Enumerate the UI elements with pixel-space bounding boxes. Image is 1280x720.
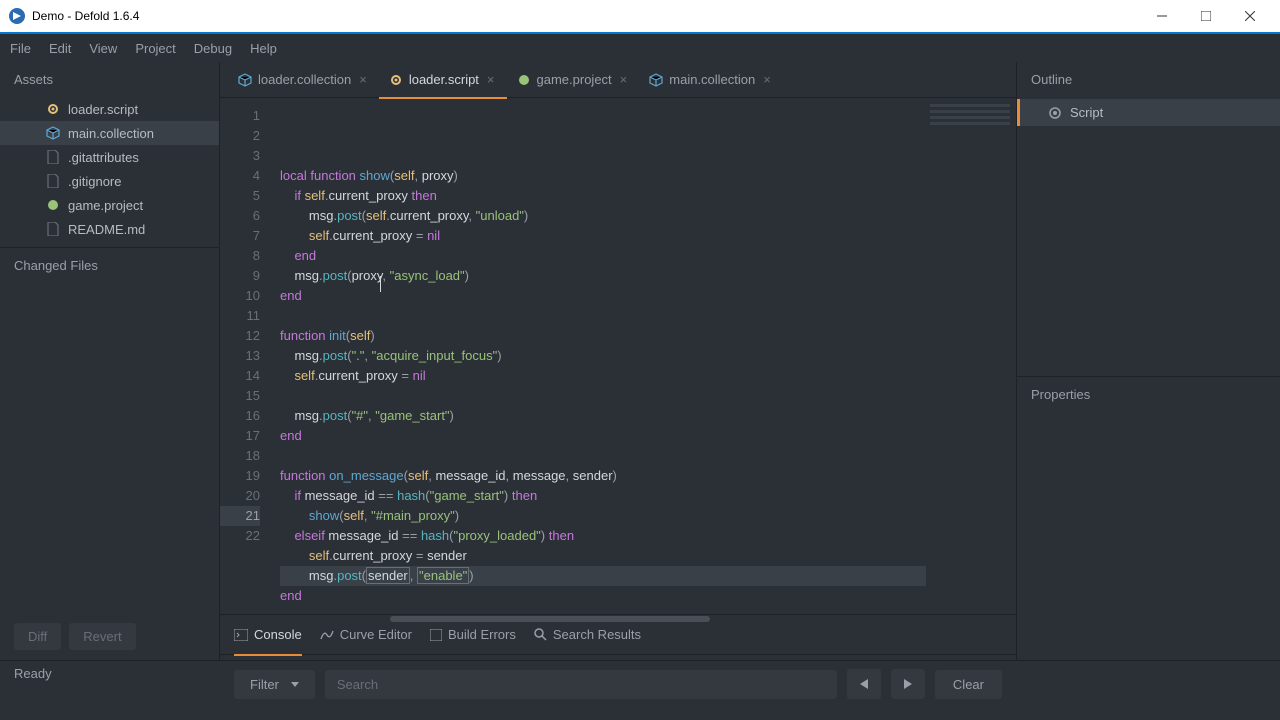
proj-icon: [517, 73, 531, 87]
line-number-gutter: 12345678910111213141516171819202122: [220, 98, 270, 614]
tab-loader-script[interactable]: loader.script×: [379, 62, 507, 98]
errors-icon: [430, 629, 442, 641]
defold-logo-icon: [8, 7, 26, 25]
right-panel: Outline Script Properties: [1016, 62, 1280, 660]
code-line[interactable]: msg.post("#", "game_start"): [280, 406, 926, 426]
assets-tree: loader.scriptmain.collection.gitattribut…: [0, 97, 219, 241]
bottom-tab-search-results[interactable]: Search Results: [534, 615, 641, 655]
changed-files-title: Changed Files: [0, 247, 219, 283]
gear-icon: [1048, 106, 1062, 120]
cube-icon: [238, 73, 252, 87]
asset-item--gitignore[interactable]: .gitignore: [0, 169, 219, 193]
close-icon[interactable]: ×: [618, 72, 630, 87]
code-line[interactable]: local function show(self, proxy): [280, 166, 926, 186]
outline-item-script[interactable]: Script: [1017, 99, 1280, 126]
filter-button[interactable]: Filter: [234, 670, 315, 699]
menu-view[interactable]: View: [89, 41, 117, 56]
revert-button[interactable]: Revert: [69, 623, 135, 650]
diff-button[interactable]: Diff: [14, 623, 61, 650]
clear-button[interactable]: Clear: [935, 670, 1002, 699]
code-line[interactable]: self.current_proxy = sender: [280, 546, 926, 566]
code-line[interactable]: show(self, "#main_proxy"): [280, 506, 926, 526]
code-line[interactable]: self.current_proxy = nil: [280, 366, 926, 386]
proj-icon: [46, 198, 60, 212]
gear-icon: [46, 102, 60, 116]
code-line[interactable]: end: [280, 286, 926, 306]
bottom-tab-console[interactable]: Console: [234, 615, 302, 655]
minimize-button[interactable]: [1140, 0, 1184, 32]
tab-main-collection[interactable]: main.collection×: [639, 62, 783, 98]
bottom-tab-build-errors[interactable]: Build Errors: [430, 615, 516, 655]
code-line[interactable]: self.current_proxy = nil: [280, 226, 926, 246]
close-icon[interactable]: ×: [761, 72, 773, 87]
code-editor[interactable]: 12345678910111213141516171819202122 loca…: [220, 98, 1016, 614]
menu-file[interactable]: File: [10, 41, 31, 56]
window-title: Demo - Defold 1.6.4: [32, 9, 1140, 23]
next-result-button[interactable]: [891, 669, 925, 699]
menu-project[interactable]: Project: [135, 41, 175, 56]
code-line[interactable]: [280, 306, 926, 326]
asset-item-loader-script[interactable]: loader.script: [0, 97, 219, 121]
asset-item-README-md[interactable]: README.md: [0, 217, 219, 241]
console-icon: [234, 629, 248, 641]
prev-result-button[interactable]: [847, 669, 881, 699]
code-line[interactable]: if message_id == hash("game_start") then: [280, 486, 926, 506]
titlebar: Demo - Defold 1.6.4: [0, 0, 1280, 32]
curve-icon: [320, 629, 334, 641]
gear-icon: [389, 73, 403, 87]
console-toolbar: Filter Search Clear: [220, 655, 1016, 713]
code-line[interactable]: if self.current_proxy then: [280, 186, 926, 206]
code-line[interactable]: msg.post(self.current_proxy, "unload"): [280, 206, 926, 226]
bottom-panel: Console Curve Editor Build Errors Search Re…: [220, 614, 1016, 713]
code-line[interactable]: function init(self): [280, 326, 926, 346]
code-line[interactable]: msg.post(proxy, "async_load"): [280, 266, 926, 286]
maximize-button[interactable]: [1184, 0, 1228, 32]
close-button[interactable]: [1228, 0, 1272, 32]
editor-tabs: loader.collection×loader.script×game.pro…: [220, 62, 1016, 98]
code-line[interactable]: [280, 386, 926, 406]
code-line[interactable]: function on_message(self, message_id, me…: [280, 466, 926, 486]
assets-title: Assets: [0, 62, 219, 97]
tab-loader-collection[interactable]: loader.collection×: [228, 62, 379, 98]
code-line[interactable]: msg.post(".", "acquire_input_focus"): [280, 346, 926, 366]
menu-edit[interactable]: Edit: [49, 41, 71, 56]
outline-title: Outline: [1017, 62, 1280, 97]
tab-game-project[interactable]: game.project×: [507, 62, 640, 98]
code-line[interactable]: [280, 446, 926, 466]
code-line[interactable]: end: [280, 426, 926, 446]
file-icon: [46, 222, 60, 236]
bottom-tabs: Console Curve Editor Build Errors Search Re…: [220, 615, 1016, 655]
code-line[interactable]: end: [280, 586, 926, 606]
file-icon: [46, 174, 60, 188]
menubar: File Edit View Project Debug Help: [0, 34, 1280, 62]
asset-item-main-collection[interactable]: main.collection: [0, 121, 219, 145]
code-line[interactable]: end: [280, 246, 926, 266]
code-line[interactable]: elseif message_id == hash("proxy_loaded"…: [280, 526, 926, 546]
asset-item--gitattributes[interactable]: .gitattributes: [0, 145, 219, 169]
search-icon: [534, 628, 547, 641]
bottom-tab-curve-editor[interactable]: Curve Editor: [320, 615, 412, 655]
minimap[interactable]: [926, 98, 1016, 614]
menu-help[interactable]: Help: [250, 41, 277, 56]
chevron-down-icon: [291, 682, 299, 687]
assets-panel: Assets loader.scriptmain.collection.gita…: [0, 62, 220, 660]
code-area[interactable]: local function show(self, proxy) if self…: [270, 98, 926, 614]
file-icon: [46, 150, 60, 164]
close-icon[interactable]: ×: [357, 72, 369, 87]
cube-icon: [46, 126, 60, 140]
cube-icon: [649, 73, 663, 87]
code-line[interactable]: msg.post(sender, "enable"): [280, 566, 926, 586]
status-text: Ready: [14, 666, 52, 681]
close-icon[interactable]: ×: [485, 72, 497, 87]
menu-debug[interactable]: Debug: [194, 41, 232, 56]
console-search-input[interactable]: Search: [325, 670, 837, 699]
asset-item-game-project[interactable]: game.project: [0, 193, 219, 217]
properties-title: Properties: [1017, 376, 1280, 412]
text-cursor: [380, 276, 381, 292]
